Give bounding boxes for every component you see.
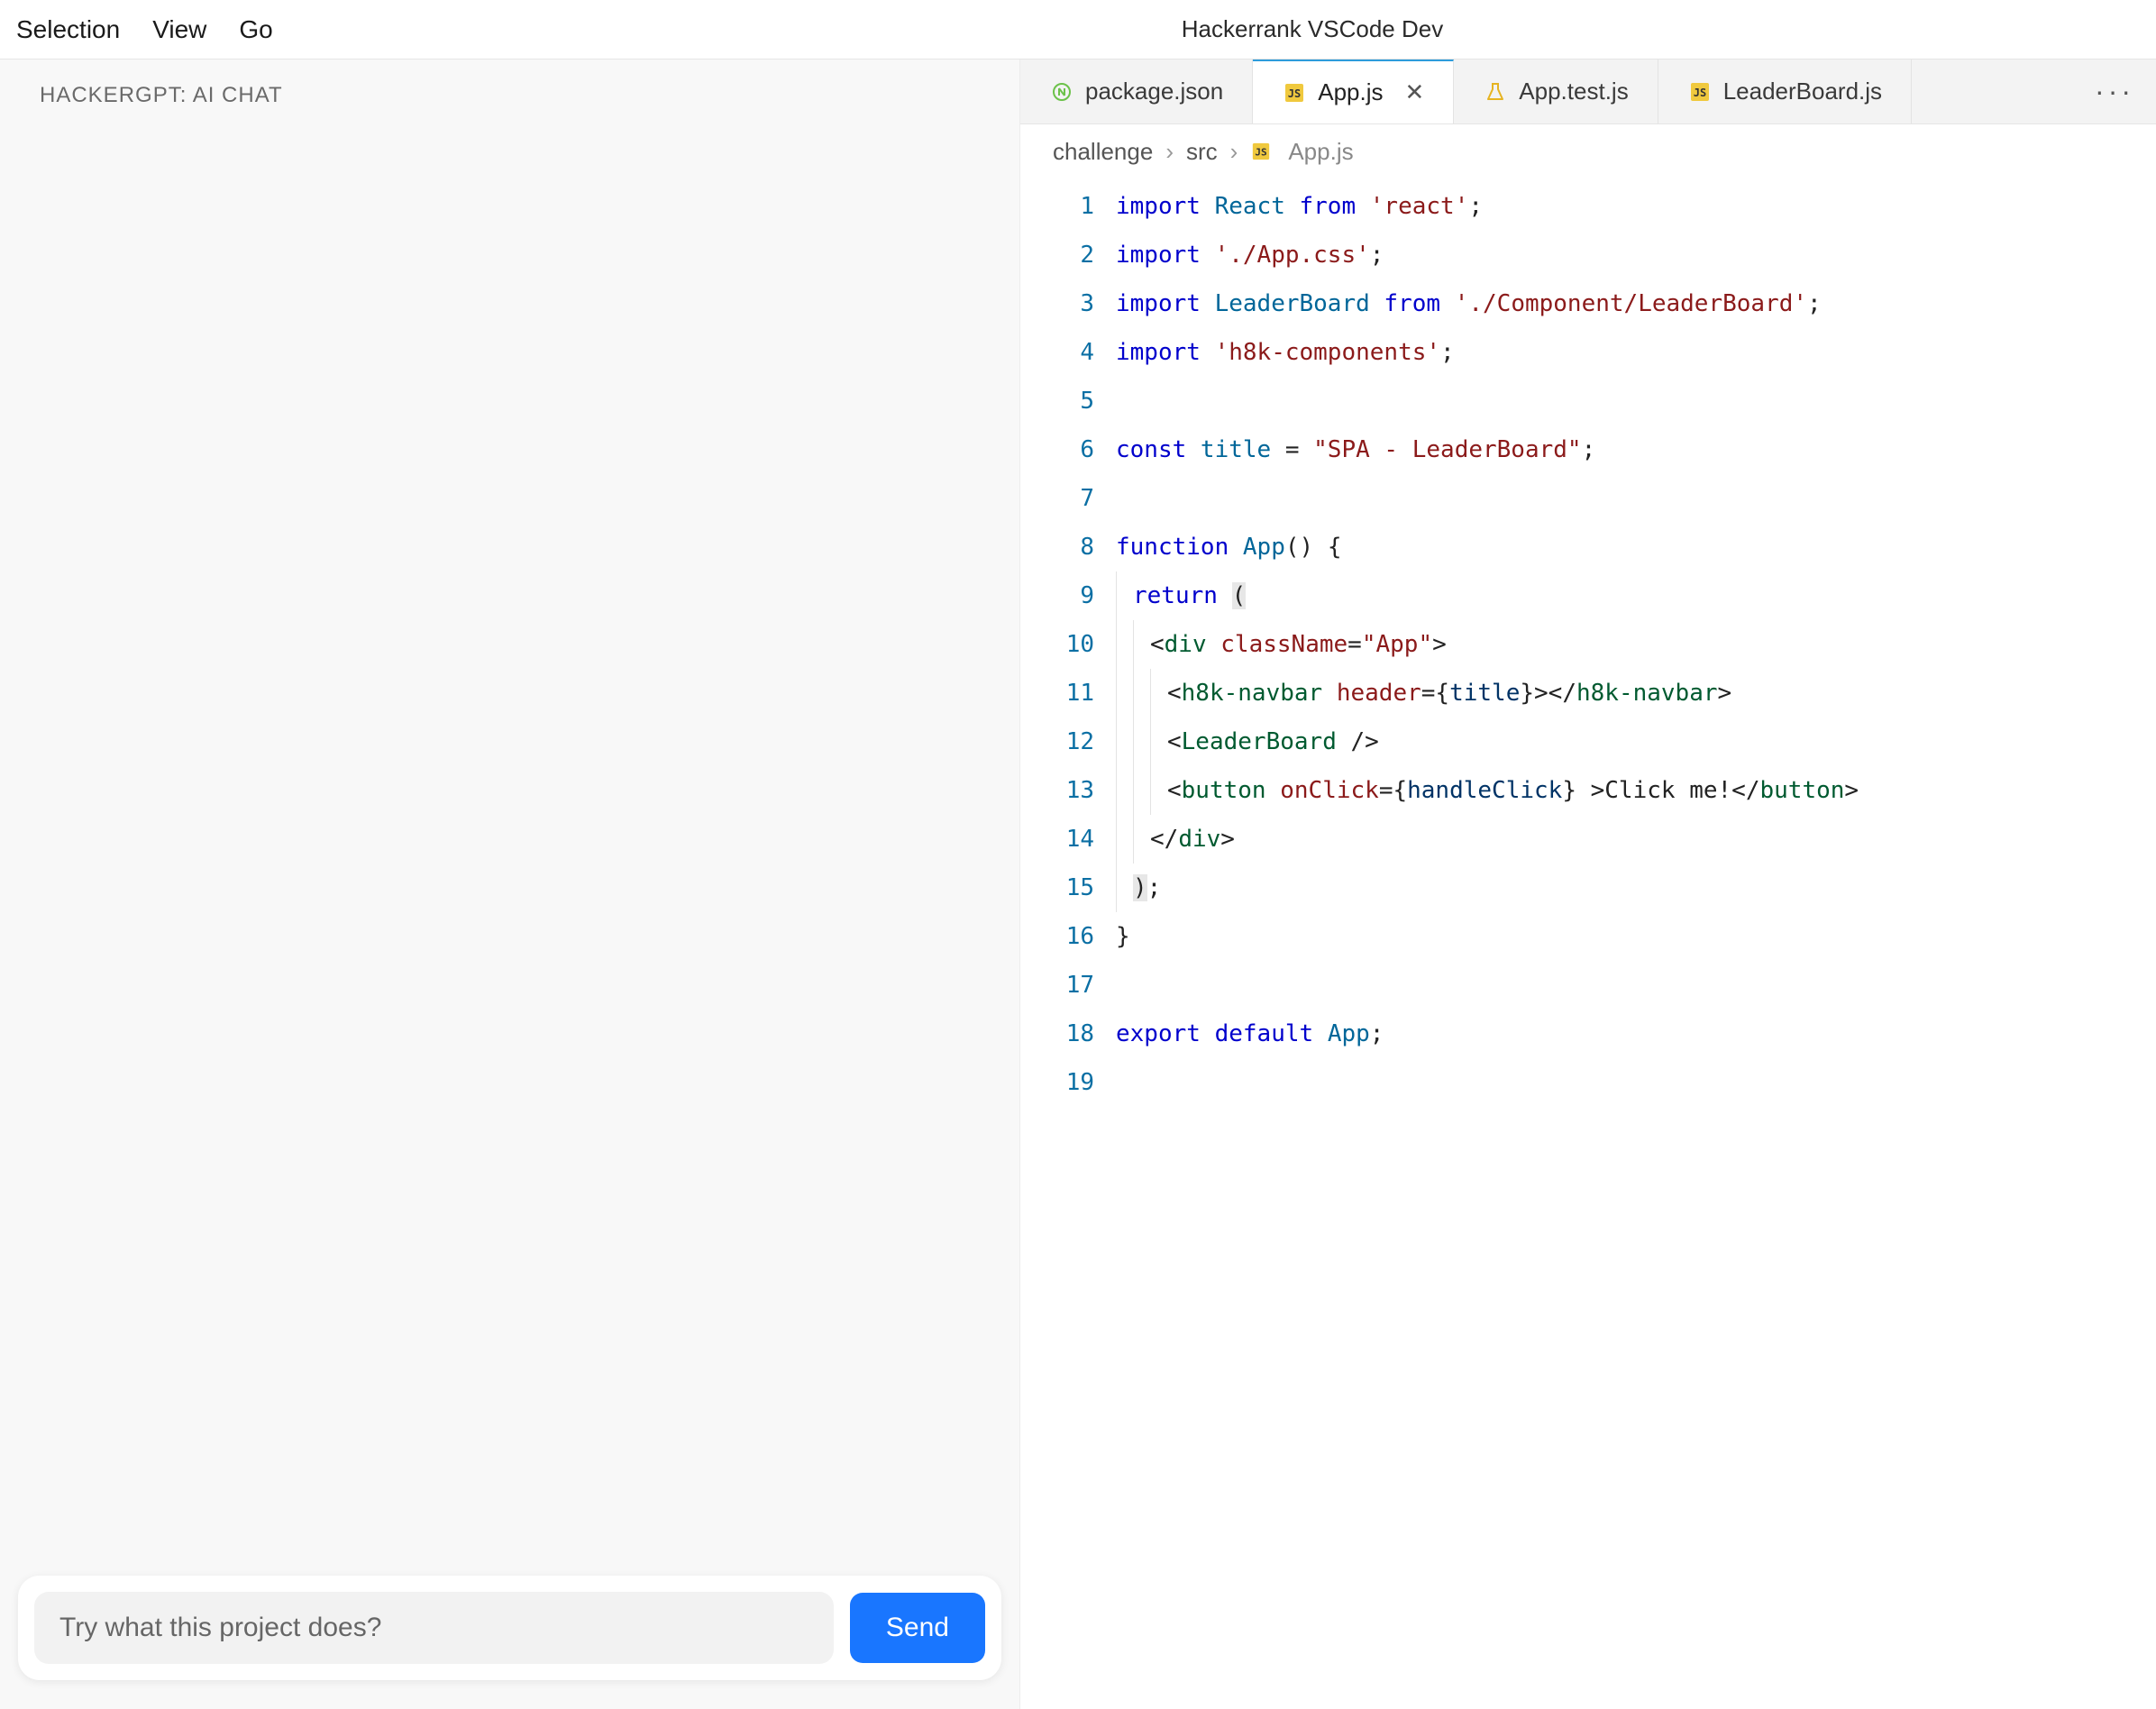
code-line[interactable]: function App() { (1116, 523, 2156, 571)
code-line[interactable]: ); (1116, 864, 2156, 912)
code-line[interactable] (1116, 377, 2156, 425)
tab-app-js[interactable]: JS App.js ✕ (1253, 59, 1454, 123)
editor-tabs: package.json JS App.js ✕ App.test.js (1020, 59, 2156, 124)
code-line[interactable]: return ( (1116, 571, 2156, 620)
menubar: Selection View Go Hackerrank VSCode Dev (0, 0, 2156, 59)
line-number: 19 (1020, 1058, 1094, 1107)
line-number: 6 (1020, 425, 1094, 474)
line-number: 13 (1020, 766, 1094, 815)
code-line[interactable]: const title = "SPA - LeaderBoard"; (1116, 425, 2156, 474)
code-line[interactable] (1116, 961, 2156, 1010)
code-content[interactable]: import React from 'react';import './App.… (1116, 178, 2156, 1709)
code-line[interactable]: <h8k-navbar header={title}></h8k-navbar> (1116, 669, 2156, 717)
line-number: 8 (1020, 523, 1094, 571)
tab-app-test-js[interactable]: App.test.js (1454, 59, 1658, 123)
tab-leaderboard-js[interactable]: JS LeaderBoard.js (1658, 59, 1912, 123)
code-editor[interactable]: 12345678910111213141516171819 import Rea… (1020, 178, 2156, 1709)
js-icon: JS (1687, 79, 1713, 105)
js-icon: JS (1282, 80, 1307, 105)
chevron-right-icon: › (1165, 138, 1174, 166)
line-number: 4 (1020, 328, 1094, 377)
code-line[interactable]: import LeaderBoard from './Component/Lea… (1116, 279, 2156, 328)
line-number: 18 (1020, 1010, 1094, 1058)
code-line[interactable]: import 'h8k-components'; (1116, 328, 2156, 377)
code-line[interactable] (1116, 1058, 2156, 1107)
chat-send-button[interactable]: Send (850, 1593, 985, 1663)
editor-panel: package.json JS App.js ✕ App.test.js (1020, 59, 2156, 1709)
tab-label: App.js (1318, 78, 1383, 106)
line-number: 7 (1020, 474, 1094, 523)
chat-panel-title: HACKERGPT: AI CHAT (0, 59, 1019, 108)
line-number: 14 (1020, 815, 1094, 864)
line-number: 1 (1020, 182, 1094, 231)
line-number: 5 (1020, 377, 1094, 425)
tab-label: LeaderBoard.js (1723, 78, 1882, 105)
line-number: 2 (1020, 231, 1094, 279)
code-line[interactable] (1116, 474, 2156, 523)
svg-text:JS: JS (1256, 147, 1267, 159)
menu-go[interactable]: Go (239, 15, 272, 44)
tab-label: App.test.js (1519, 78, 1628, 105)
tab-overflow-button[interactable]: ··· (2073, 59, 2156, 123)
code-line[interactable]: </div> (1116, 815, 2156, 864)
menu-selection[interactable]: Selection (16, 15, 120, 44)
tab-label: package.json (1085, 78, 1223, 105)
svg-text:JS: JS (1693, 87, 1705, 99)
flask-icon (1483, 79, 1508, 105)
code-line[interactable]: <LeaderBoard /> (1116, 717, 2156, 766)
line-number: 10 (1020, 620, 1094, 669)
tab-package-json[interactable]: package.json (1020, 59, 1253, 123)
close-icon[interactable]: ✕ (1405, 78, 1425, 106)
chat-panel: HACKERGPT: AI CHAT Send (0, 59, 1020, 1709)
line-number: 3 (1020, 279, 1094, 328)
npm-icon (1049, 79, 1074, 105)
line-number: 17 (1020, 961, 1094, 1010)
breadcrumb-segment[interactable]: src (1186, 138, 1218, 166)
breadcrumb: challenge › src › JS App.js (1020, 124, 2156, 178)
code-line[interactable]: <button onClick={handleClick} >Click me!… (1116, 766, 2156, 815)
breadcrumb-segment[interactable]: challenge (1053, 138, 1153, 166)
code-line[interactable]: <div className="App"> (1116, 620, 2156, 669)
chat-input[interactable] (34, 1592, 834, 1664)
line-number: 9 (1020, 571, 1094, 620)
line-number: 11 (1020, 669, 1094, 717)
breadcrumb-segment[interactable]: App.js (1288, 138, 1353, 166)
code-line[interactable]: import React from 'react'; (1116, 182, 2156, 231)
line-number-gutter: 12345678910111213141516171819 (1020, 178, 1116, 1709)
menu-view[interactable]: View (152, 15, 206, 44)
chat-history (0, 108, 1019, 1576)
line-number: 15 (1020, 864, 1094, 912)
svg-text:JS: JS (1288, 87, 1301, 100)
line-number: 12 (1020, 717, 1094, 766)
chevron-right-icon: › (1230, 138, 1238, 166)
code-line[interactable]: } (1116, 912, 2156, 961)
code-line[interactable]: import './App.css'; (1116, 231, 2156, 279)
js-icon: JS (1250, 141, 1272, 162)
window-title: Hackerrank VSCode Dev (1182, 15, 1443, 43)
chat-input-container: Send (18, 1576, 1001, 1680)
code-line[interactable]: export default App; (1116, 1010, 2156, 1058)
line-number: 16 (1020, 912, 1094, 961)
